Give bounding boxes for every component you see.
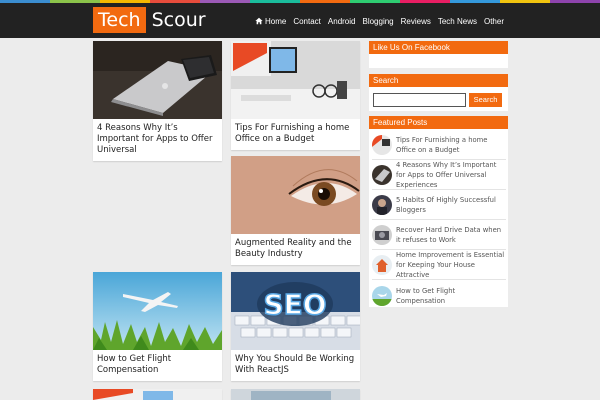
partial-post-image[interactable]: [231, 389, 360, 400]
nav-home[interactable]: Home: [255, 17, 286, 26]
nav-blogging[interactable]: Blogging: [362, 17, 393, 26]
post-title[interactable]: 4 Reasons Why It’s Important for Apps to…: [93, 119, 222, 161]
desk-office-photo[interactable]: [231, 41, 360, 119]
featured-post-item[interactable]: Recover Hard Drive Data when it refuses …: [372, 221, 506, 250]
main-nav: Home Contact Android Blogging Reviews Te…: [248, 6, 504, 36]
featured-thumb: [372, 135, 392, 155]
featured-post-title[interactable]: Recover Hard Drive Data when it refuses …: [392, 225, 506, 245]
search-widget: Search Search: [369, 74, 508, 111]
featured-post-item[interactable]: Tips For Furnishing a home Office on a B…: [372, 131, 506, 160]
nav-android[interactable]: Android: [328, 17, 356, 26]
nav-home-label: Home: [264, 16, 287, 26]
featured-post-item[interactable]: Home Improvement is Essential for Keepin…: [372, 251, 506, 280]
post-card[interactable]: Augmented Reality and the Beauty Industr…: [231, 156, 360, 265]
featured-post-title[interactable]: Home Improvement is Essential for Keepin…: [392, 250, 506, 280]
post-card[interactable]: How to Get Flight Compensation: [93, 272, 222, 381]
seo-keyboard-photo[interactable]: SEO: [231, 272, 360, 350]
post-title[interactable]: Why You Should Be Working With ReactJS: [231, 350, 360, 381]
featured-thumb: [372, 165, 392, 185]
logo-scour: Scour: [151, 9, 206, 31]
featured-thumb: [372, 225, 392, 245]
featured-post-item[interactable]: How to Get Flight Compensation: [372, 281, 506, 310]
post-card[interactable]: 4 Reasons Why It’s Important for Apps to…: [93, 41, 222, 161]
featured-thumb: [372, 285, 392, 306]
logo-tech: Tech: [93, 7, 146, 33]
search-input[interactable]: [373, 93, 466, 107]
home-icon: [255, 17, 263, 25]
post-title[interactable]: Augmented Reality and the Beauty Industr…: [231, 234, 360, 265]
featured-thumb: [372, 255, 392, 275]
featured-posts-widget: Featured Posts Tips For Furnishing a hom…: [369, 116, 508, 307]
featured-thumb: [372, 195, 392, 215]
featured-post-title[interactable]: 4 Reasons Why It’s Important for Apps to…: [392, 160, 506, 190]
svg-text:SEO: SEO: [263, 288, 326, 321]
nav-other[interactable]: Other: [484, 17, 504, 26]
featured-post-item[interactable]: 5 Habits Of Highly Successful Bloggers: [372, 191, 506, 220]
featured-post-title[interactable]: Tips For Furnishing a home Office on a B…: [392, 135, 506, 155]
site-logo[interactable]: Tech Scour: [93, 7, 206, 33]
post-title[interactable]: Tips For Furnishing a home Office on a B…: [231, 119, 360, 150]
search-widget-title: Search: [369, 74, 508, 87]
post-card[interactable]: [93, 389, 222, 400]
post-title[interactable]: How to Get Flight Compensation: [93, 350, 222, 381]
post-card[interactable]: SEO Why You Should Be Working With React…: [231, 272, 360, 381]
site-header: Tech Scour Home Contact Android Blogging…: [0, 3, 600, 38]
post-card[interactable]: Tips For Furnishing a home Office on a B…: [231, 41, 360, 150]
featured-posts-title: Featured Posts: [369, 116, 508, 129]
nav-contact[interactable]: Contact: [293, 17, 321, 26]
facebook-widget: Like Us On Facebook: [369, 41, 508, 68]
nav-tech-news[interactable]: Tech News: [438, 17, 477, 26]
eye-closeup-photo[interactable]: [231, 156, 360, 234]
featured-post-item[interactable]: 4 Reasons Why It’s Important for Apps to…: [372, 161, 506, 190]
facebook-widget-title: Like Us On Facebook: [369, 41, 508, 54]
laptop-tablet-photo[interactable]: [93, 41, 222, 119]
post-card[interactable]: [231, 389, 360, 400]
search-button[interactable]: Search: [469, 93, 502, 107]
airplane-grass-photo[interactable]: [93, 272, 222, 350]
nav-reviews[interactable]: Reviews: [401, 17, 431, 26]
featured-post-title[interactable]: How to Get Flight Compensation: [392, 286, 506, 306]
partial-post-image[interactable]: [93, 389, 222, 400]
featured-post-title[interactable]: 5 Habits Of Highly Successful Bloggers: [392, 195, 506, 215]
